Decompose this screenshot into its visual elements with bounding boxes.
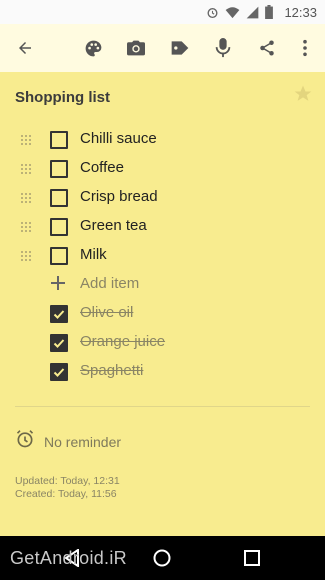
battery-icon — [265, 5, 273, 24]
home-icon[interactable] — [142, 536, 182, 580]
status-icons — [206, 5, 273, 24]
checked-list-item[interactable]: Olive oil — [0, 299, 325, 328]
item-label[interactable]: Green tea — [80, 217, 147, 234]
watermark: GetAndroid.iR — [10, 548, 127, 568]
status-bar: 12:33 — [0, 0, 325, 24]
updated-timestamp: Updated: Today, 12:31 — [15, 475, 120, 487]
checkbox[interactable] — [50, 247, 68, 265]
alarm-icon — [206, 6, 219, 24]
drag-handle-icon[interactable] — [20, 191, 32, 209]
recents-icon[interactable] — [232, 536, 272, 580]
note-content: Shopping list Chilli sauce Coffee Crisp … — [0, 72, 325, 536]
list-item[interactable]: Crisp bread — [0, 183, 325, 212]
add-item-row[interactable]: Add item — [0, 270, 325, 299]
drag-handle-icon[interactable] — [20, 220, 32, 238]
palette-icon[interactable] — [77, 24, 109, 72]
alarm-clock-icon[interactable] — [15, 429, 35, 454]
checkbox[interactable] — [50, 160, 68, 178]
list-item[interactable]: Green tea — [0, 212, 325, 241]
back-arrow-icon[interactable] — [9, 24, 41, 72]
item-label[interactable]: Chilli sauce — [80, 130, 157, 147]
add-item-label[interactable]: Add item — [80, 275, 139, 292]
status-time: 12:33 — [284, 5, 317, 20]
reminder-label[interactable]: No reminder — [44, 434, 121, 450]
item-label[interactable]: Milk — [80, 246, 107, 263]
drag-handle-icon[interactable] — [20, 249, 32, 267]
checkbox-checked[interactable] — [50, 334, 68, 352]
item-label[interactable]: Orange juice — [80, 333, 165, 350]
reminder-row[interactable]: No reminder — [15, 429, 121, 454]
note-title[interactable]: Shopping list — [15, 89, 110, 106]
checkbox[interactable] — [50, 218, 68, 236]
drag-handle-icon[interactable] — [20, 162, 32, 180]
list-item[interactable]: Milk — [0, 241, 325, 270]
list-item[interactable]: Coffee — [0, 154, 325, 183]
plus-icon[interactable] — [50, 275, 66, 296]
checkbox[interactable] — [50, 189, 68, 207]
microphone-icon[interactable] — [207, 24, 239, 72]
wifi-icon — [225, 6, 240, 24]
more-vert-icon[interactable] — [289, 24, 321, 72]
divider — [15, 406, 310, 407]
toolbar — [0, 24, 325, 73]
camera-icon[interactable] — [120, 24, 152, 72]
item-label[interactable]: Crisp bread — [80, 188, 158, 205]
label-icon[interactable] — [164, 24, 196, 72]
star-icon[interactable] — [293, 84, 313, 109]
share-icon[interactable] — [251, 24, 283, 72]
checkbox-checked[interactable] — [50, 305, 68, 323]
checkbox-checked[interactable] — [50, 363, 68, 381]
drag-handle-icon[interactable] — [20, 133, 32, 151]
signal-icon — [246, 6, 259, 24]
created-timestamp: Created: Today, 11:56 — [15, 488, 117, 500]
checkbox[interactable] — [50, 131, 68, 149]
checked-list-item[interactable]: Spaghetti — [0, 357, 325, 386]
item-label[interactable]: Olive oil — [80, 304, 133, 321]
checked-list-item[interactable]: Orange juice — [0, 328, 325, 357]
list-item[interactable]: Chilli sauce — [0, 125, 325, 154]
item-label[interactable]: Spaghetti — [80, 362, 143, 379]
item-label[interactable]: Coffee — [80, 159, 124, 176]
